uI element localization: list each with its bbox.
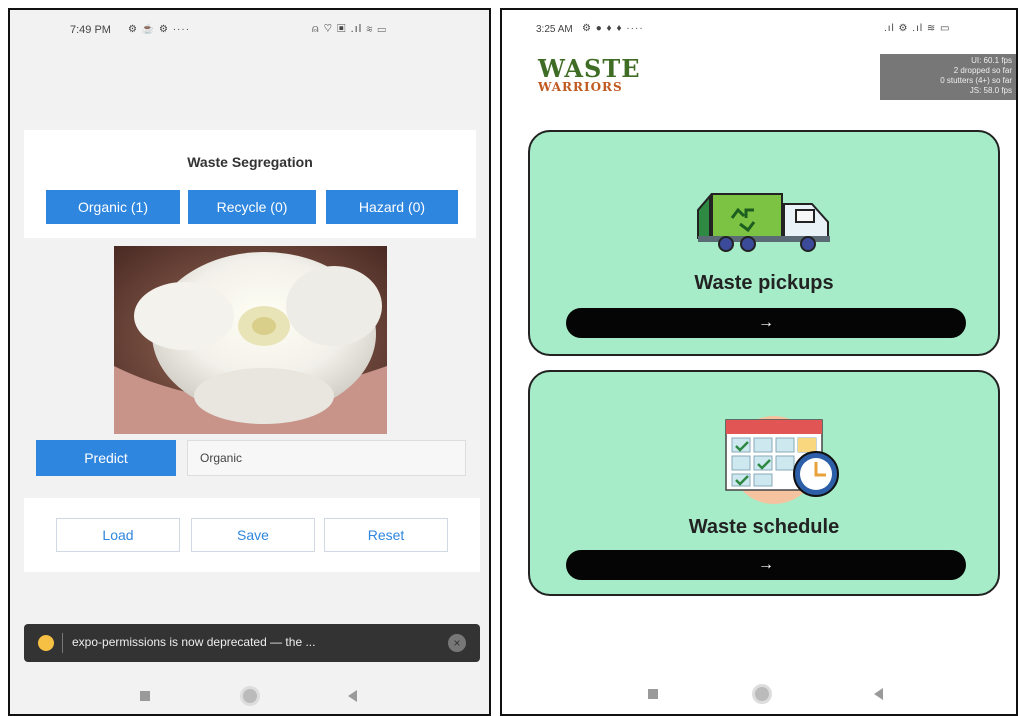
hazard-button[interactable]: Hazard (0) — [326, 190, 458, 224]
save-button[interactable]: Save — [191, 518, 315, 552]
waste-pickups-card[interactable]: Waste pickups → — [528, 130, 1000, 356]
waste-warriors-logo: WASTE WARRIORS — [538, 54, 658, 98]
logo-text-bottom: WARRIORS — [538, 80, 623, 94]
waste-pickups-title: Waste pickups — [694, 272, 834, 294]
flower-image — [114, 246, 387, 434]
recent-apps-icon[interactable] — [140, 691, 150, 701]
home-icon[interactable] — [240, 686, 260, 706]
recent-apps-icon[interactable] — [648, 689, 658, 699]
back-icon[interactable] — [348, 690, 357, 702]
status-bar: 3:25 AM ⚙ ● ♦ ♦ ···· .ıl ⚙ .ıl ≋ ▭ — [502, 10, 1016, 50]
status-left-icons: ⚙ ☕ ⚙ ···· — [128, 24, 191, 35]
logo-text-top: WASTE — [538, 54, 641, 83]
close-icon[interactable]: × — [448, 634, 466, 652]
segregation-card: Waste Segregation Organic (1) Recycle (0… — [24, 130, 476, 238]
waste-pickups-arrow-button[interactable]: → — [566, 308, 966, 338]
warning-icon — [38, 635, 54, 651]
navigation-bar — [10, 676, 489, 714]
waste-schedule-title: Waste schedule — [688, 516, 840, 538]
recycle-button[interactable]: Recycle (0) — [188, 190, 316, 224]
actions-card: Load Save Reset — [24, 498, 480, 572]
flower-photo — [114, 246, 387, 434]
load-button[interactable]: Load — [56, 518, 180, 552]
home-icon[interactable] — [752, 684, 772, 704]
status-time: 3:25 AM — [536, 24, 573, 35]
right-phone-screen: 3:25 AM ⚙ ● ♦ ♦ ···· .ıl ⚙ .ıl ≋ ▭ WASTE… — [500, 8, 1018, 716]
perf-line: JS: 58.0 fps — [969, 86, 1012, 95]
perf-line: 0 stutters (4+) so far — [940, 76, 1012, 85]
perf-line: 2 dropped so far — [953, 66, 1012, 75]
back-icon[interactable] — [874, 688, 883, 700]
waste-schedule-arrow-button[interactable]: → — [566, 550, 966, 580]
toast-message: expo-permissions is now deprecated — the… — [72, 635, 316, 649]
prediction-result-field: Organic — [187, 440, 466, 476]
left-phone-screen: 7:49 PM ⚙ ☕ ⚙ ···· ⍝ ♡ ▣ .ıl ≋ ▭ Waste S… — [8, 8, 491, 716]
calendar-clock-icon — [725, 416, 839, 504]
status-bar: 7:49 PM ⚙ ☕ ⚙ ···· ⍝ ♡ ▣ .ıl ≋ ▭ — [10, 10, 489, 50]
organic-button[interactable]: Organic (1) — [46, 190, 180, 224]
predict-button[interactable]: Predict — [36, 440, 176, 476]
status-time: 7:49 PM — [70, 24, 111, 36]
garbage-truck-icon — [697, 193, 830, 252]
segregation-title: Waste Segregation — [187, 154, 313, 170]
status-right-icons: .ıl ⚙ .ıl ≋ ▭ — [884, 23, 951, 34]
perf-line: UI: 60.1 fps — [971, 56, 1012, 65]
navigation-bar — [502, 674, 1016, 714]
reset-button[interactable]: Reset — [324, 518, 448, 552]
performance-monitor: UI: 60.1 fps 2 dropped so far 0 stutters… — [880, 54, 1016, 100]
waste-schedule-card[interactable]: Waste schedule → — [528, 370, 1000, 596]
toast-divider — [62, 633, 63, 653]
status-right-icons: ⍝ ♡ ▣ .ıl ≋ ▭ — [312, 23, 387, 35]
warning-toast[interactable]: expo-permissions is now deprecated — the… — [24, 624, 480, 662]
status-left-icons: ⚙ ● ♦ ♦ ···· — [582, 23, 644, 34]
